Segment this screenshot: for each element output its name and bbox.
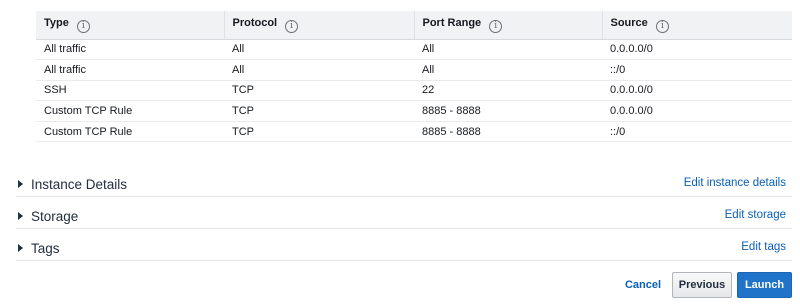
section-tags[interactable]: Tags Edit tags xyxy=(16,237,792,261)
edit-instance-details-link[interactable]: Edit instance details xyxy=(684,177,786,189)
cell-protocol: TCP xyxy=(224,121,414,143)
info-icon[interactable]: i xyxy=(76,19,90,33)
caret-right-icon[interactable] xyxy=(18,244,23,252)
section-title[interactable]: Storage xyxy=(31,209,78,224)
cell-protocol: TCP xyxy=(224,100,414,122)
launch-button[interactable]: Launch xyxy=(737,272,792,298)
cell-port-range: 8885 - 8888 xyxy=(414,121,602,143)
column-header-port-range: Port Range i xyxy=(414,11,603,40)
cell-type: Custom TCP Rule xyxy=(36,100,224,122)
column-header-label: Port Range xyxy=(422,16,482,29)
cell-source: ::/0 xyxy=(602,121,792,143)
cell-type: All traffic xyxy=(36,59,224,81)
cell-source: ::/0 xyxy=(602,59,792,81)
cell-protocol: TCP xyxy=(224,80,414,102)
table-row: Custom TCP Rule TCP 8885 - 8888 ::/0 xyxy=(36,121,792,143)
table-row: Custom TCP Rule TCP 8885 - 8888 0.0.0.0/… xyxy=(36,100,792,122)
section-title[interactable]: Tags xyxy=(31,241,60,256)
cell-type: SSH xyxy=(36,80,224,102)
table-header-row: Type i Protocol i Port Range i Source i xyxy=(36,11,792,40)
table-row: All traffic All All ::/0 xyxy=(36,59,792,81)
column-header-label: Protocol xyxy=(232,16,278,29)
table-row: SSH TCP 22 0.0.0.0/0 xyxy=(36,80,792,102)
edit-storage-link[interactable]: Edit storage xyxy=(725,209,786,221)
cell-type: All traffic xyxy=(36,39,224,61)
edit-tags-link[interactable]: Edit tags xyxy=(741,241,786,253)
column-header-source: Source i xyxy=(602,11,792,40)
caret-right-icon[interactable] xyxy=(18,212,23,220)
column-header-label: Source xyxy=(610,16,648,29)
cell-port-range: All xyxy=(414,59,602,81)
info-icon[interactable]: i xyxy=(655,19,669,33)
cancel-button[interactable]: Cancel xyxy=(619,272,667,298)
cell-source: 0.0.0.0/0 xyxy=(602,39,792,61)
info-icon[interactable]: i xyxy=(489,19,503,33)
caret-right-icon[interactable] xyxy=(18,180,23,188)
column-header-type: Type i xyxy=(36,11,225,40)
column-header-protocol: Protocol i xyxy=(224,11,415,40)
info-icon[interactable]: i xyxy=(285,19,299,33)
cell-port-range: 22 xyxy=(414,80,602,102)
table-row: All traffic All All 0.0.0.0/0 xyxy=(36,39,792,61)
previous-button[interactable]: Previous xyxy=(672,272,732,298)
cell-source: 0.0.0.0/0 xyxy=(602,100,792,122)
cell-type: Custom TCP Rule xyxy=(36,121,224,143)
column-header-label: Type xyxy=(44,16,69,29)
cell-port-range: 8885 - 8888 xyxy=(414,100,602,122)
cell-source: 0.0.0.0/0 xyxy=(602,80,792,102)
section-storage[interactable]: Storage Edit storage xyxy=(16,205,792,229)
cell-protocol: All xyxy=(224,59,414,81)
security-group-rules-table: Type i Protocol i Port Range i Source i All … xyxy=(36,11,792,143)
section-instance-details[interactable]: Instance Details Edit instance details xyxy=(16,173,792,197)
section-title[interactable]: Instance Details xyxy=(31,177,127,192)
cell-protocol: All xyxy=(224,39,414,61)
cell-port-range: All xyxy=(414,39,602,61)
